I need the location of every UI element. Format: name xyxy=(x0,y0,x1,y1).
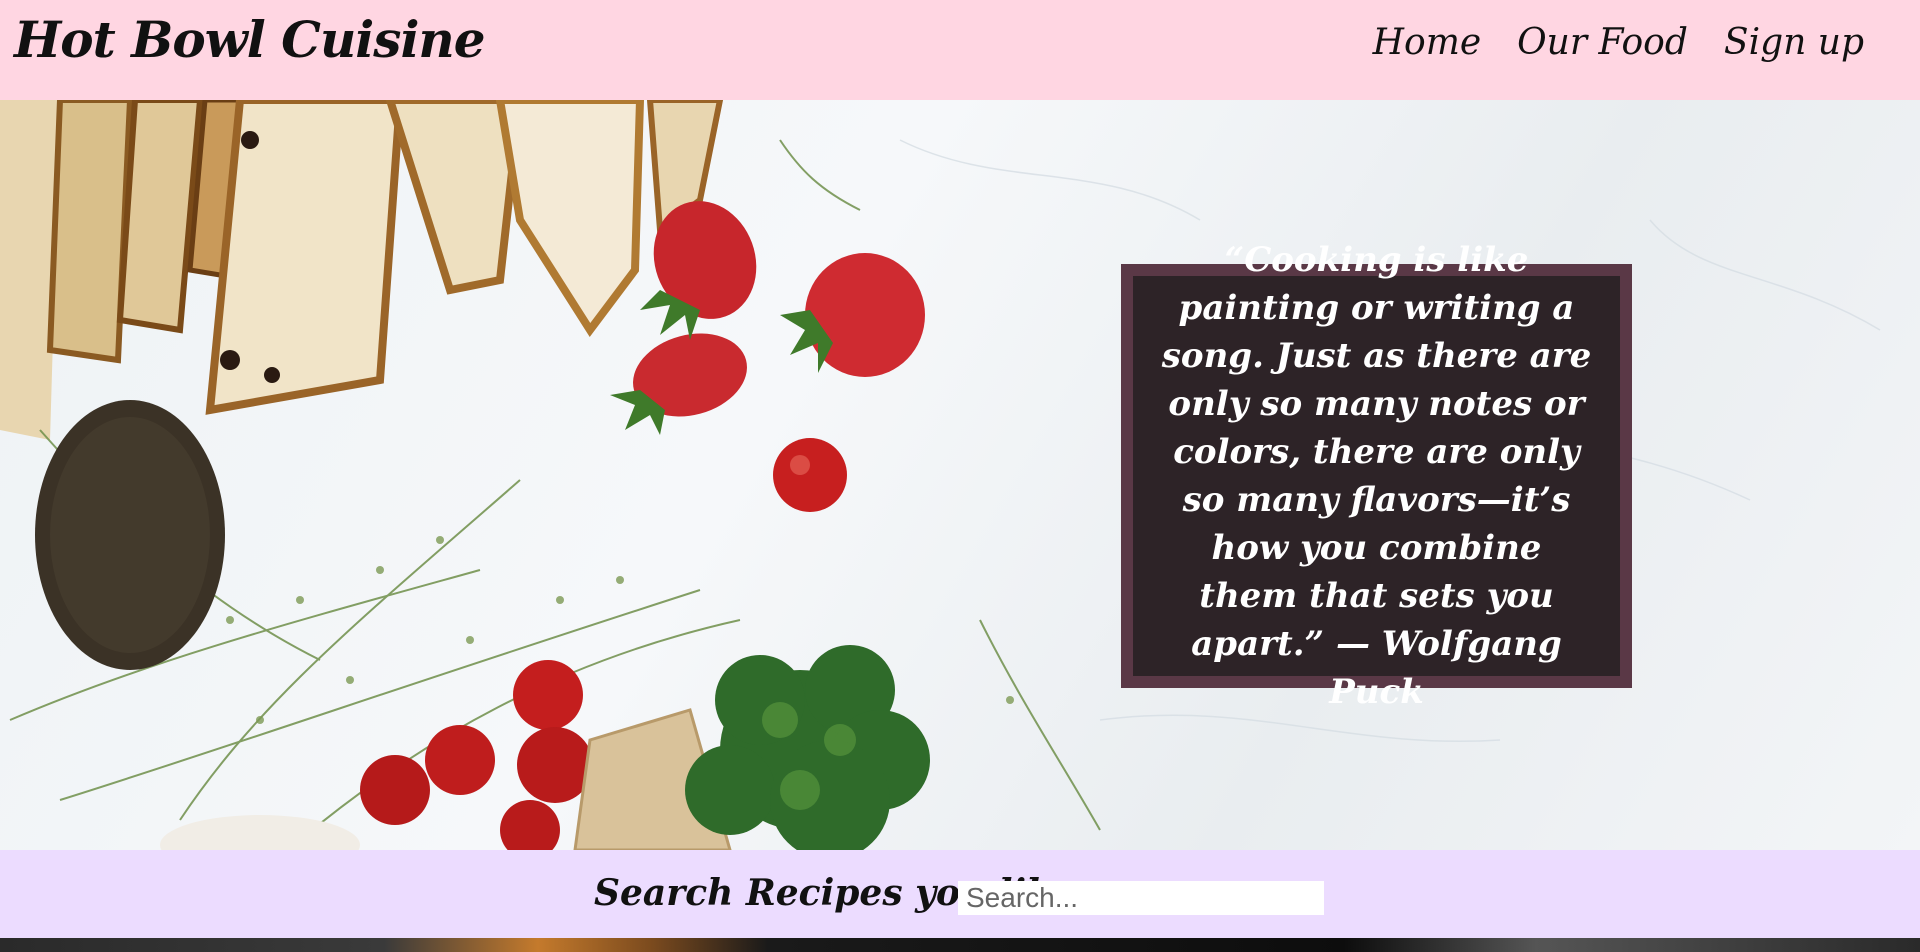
main-nav: Home Our Food Sign up xyxy=(1373,22,1864,63)
site-logo[interactable]: Hot Bowl Cuisine xyxy=(14,10,486,69)
nav-home-link[interactable]: Home xyxy=(1373,22,1482,63)
kale xyxy=(685,645,930,850)
quote-box: “Cooking is like painting or writing a s… xyxy=(1121,240,1632,712)
search-bar: Search Recipes you like : xyxy=(0,850,1920,938)
search-input[interactable] xyxy=(958,881,1324,915)
next-section-image-strip xyxy=(0,938,1920,952)
nav-our-food-link[interactable]: Our Food xyxy=(1517,22,1688,63)
nav-sign-up-link[interactable]: Sign up xyxy=(1724,22,1864,63)
chef-quote: “Cooking is like painting or writing a s… xyxy=(1161,240,1592,712)
hero-banner: “Cooking is like painting or writing a s… xyxy=(0,100,1920,850)
site-header: Hot Bowl Cuisine Home Our Food Sign up xyxy=(0,0,1920,100)
bread-slices xyxy=(0,100,724,440)
food-background-image xyxy=(0,100,1881,850)
